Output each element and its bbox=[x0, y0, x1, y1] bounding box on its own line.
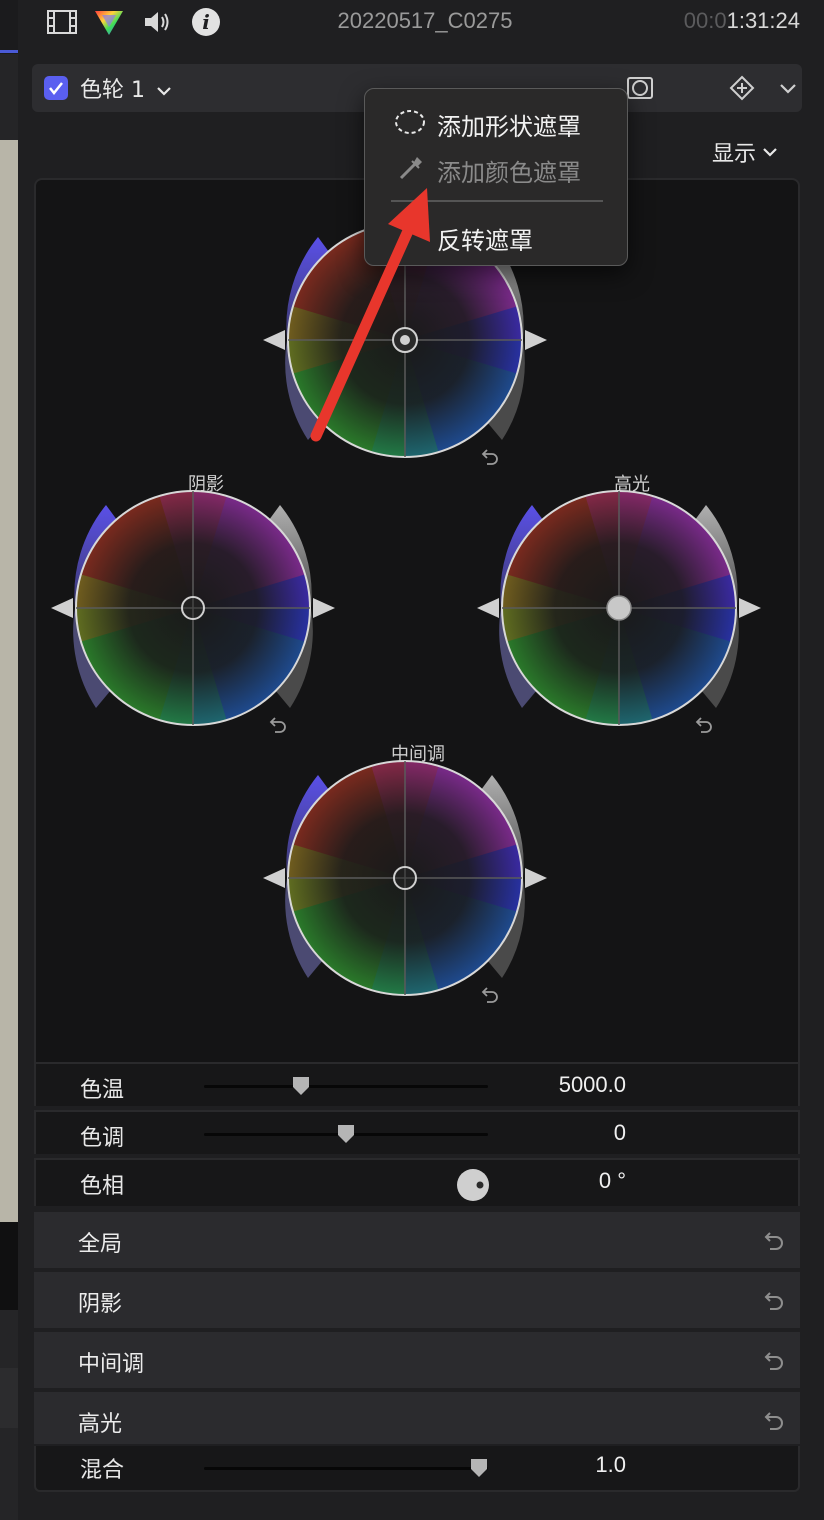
color-wheel-graphic bbox=[477, 490, 761, 733]
color-puck bbox=[181, 596, 205, 620]
color-wheel-graphic bbox=[51, 490, 335, 733]
color-inspector-icon[interactable] bbox=[92, 8, 126, 36]
left-strip-dark bbox=[0, 1222, 18, 1310]
left-strip bbox=[0, 0, 18, 1520]
audio-icon[interactable] bbox=[142, 8, 174, 36]
wheel-shading bbox=[481, 449, 498, 465]
reset-icon bbox=[269, 717, 286, 733]
hue-dial[interactable] bbox=[456, 1168, 490, 1202]
chevron-down-icon bbox=[763, 148, 777, 157]
inspector-toolbar: i 20220517_C0275 00:01:31:24 bbox=[20, 0, 824, 50]
brightness-arrow bbox=[525, 868, 547, 888]
blend-slider-track[interactable] bbox=[204, 1467, 488, 1470]
param-label: 色温 bbox=[80, 1078, 125, 1103]
saturation-arrow bbox=[263, 868, 285, 888]
effect-options-button[interactable] bbox=[776, 76, 800, 100]
timecode-leading: 00:0 bbox=[683, 8, 727, 33]
section-row-shadows[interactable]: 阴影 bbox=[34, 1272, 800, 1330]
info-icon[interactable]: i bbox=[190, 8, 222, 36]
show-menu-button[interactable]: 显示 bbox=[712, 136, 778, 168]
saturation-arrow bbox=[263, 330, 285, 350]
wheel-shadows[interactable] bbox=[48, 490, 338, 750]
wheel-highlights[interactable] bbox=[474, 490, 764, 750]
left-strip-highlight bbox=[0, 50, 18, 53]
reset-icon[interactable] bbox=[762, 1408, 786, 1432]
wheel-midtones[interactable] bbox=[260, 760, 550, 1020]
menu-item-add-shape-mask[interactable]: 添加形状遮罩 bbox=[365, 101, 629, 141]
saturation-arrow bbox=[477, 598, 499, 618]
wheel-shading bbox=[269, 717, 286, 733]
section-label: 全局 bbox=[78, 1232, 123, 1257]
temperature-slider-thumb[interactable] bbox=[292, 1076, 310, 1096]
reset-icon bbox=[481, 449, 498, 465]
checkmark-icon bbox=[49, 82, 63, 96]
timecode: 00:01:31:24 bbox=[684, 8, 800, 34]
blend-value[interactable]: 1.0 bbox=[486, 1452, 626, 1478]
mask-icon bbox=[627, 77, 653, 99]
param-row-tint: 色调 0 bbox=[34, 1110, 800, 1154]
timecode-value: 1:31:24 bbox=[726, 8, 800, 33]
color-puck bbox=[393, 866, 417, 890]
brightness-arrow bbox=[525, 330, 547, 350]
left-strip-top bbox=[0, 0, 18, 54]
shape-mask-icon bbox=[395, 110, 425, 134]
effect-name-label: 色轮 1 bbox=[80, 78, 145, 103]
menu-item-label: 添加颜色遮罩 bbox=[437, 159, 581, 187]
left-strip-panel bbox=[0, 1368, 18, 1428]
color-wheel-graphic bbox=[263, 760, 547, 1003]
temperature-slider-track[interactable] bbox=[204, 1085, 488, 1088]
menu-item-invert-mask[interactable]: 反转遮罩 bbox=[365, 215, 629, 255]
tint-slider-thumb[interactable] bbox=[337, 1124, 355, 1144]
param-label: 混合 bbox=[80, 1458, 125, 1483]
reset-icon bbox=[695, 717, 712, 733]
mask-context-menu: 添加形状遮罩 添加颜色遮罩 反转遮罩 bbox=[364, 88, 628, 266]
param-label: 色调 bbox=[80, 1126, 125, 1151]
section-row-midtones[interactable]: 中间调 bbox=[34, 1332, 800, 1390]
section-label: 中间调 bbox=[78, 1352, 145, 1377]
section-row-highlights[interactable]: 高光 bbox=[34, 1392, 800, 1446]
keyframe-button[interactable] bbox=[728, 74, 756, 102]
menu-item-add-color-mask: 添加颜色遮罩 bbox=[365, 147, 629, 187]
viewer-edge bbox=[0, 140, 18, 1222]
color-puck bbox=[606, 595, 632, 621]
chevron-down-icon bbox=[157, 87, 171, 96]
brightness-arrow bbox=[739, 598, 761, 618]
saturation-arrow bbox=[51, 598, 73, 618]
color-puck-center bbox=[400, 335, 410, 345]
param-row-temperature: 色温 5000.0 bbox=[34, 1062, 800, 1106]
menu-separator bbox=[391, 200, 603, 202]
reset-icon[interactable] bbox=[762, 1228, 786, 1252]
section-label: 阴影 bbox=[78, 1292, 123, 1317]
mask-menu-button[interactable] bbox=[626, 74, 654, 102]
menu-item-label: 反转遮罩 bbox=[437, 227, 533, 255]
param-row-blend: 混合 1.0 bbox=[34, 1446, 800, 1492]
param-label: 色相 bbox=[80, 1174, 125, 1199]
effect-name-dropdown[interactable]: 色轮 1 bbox=[80, 72, 172, 104]
hue-value[interactable]: 0 ° bbox=[486, 1168, 626, 1194]
brightness-arrow bbox=[313, 598, 335, 618]
wheel-shading bbox=[481, 987, 498, 1003]
param-row-hue: 色相 0 ° bbox=[34, 1158, 800, 1206]
section-row-global[interactable]: 全局 bbox=[34, 1212, 800, 1270]
chevron-down-icon bbox=[780, 84, 796, 94]
film-icon[interactable] bbox=[46, 8, 78, 36]
color-wheels-panel: 阴影 高光 中间调 bbox=[34, 178, 800, 1062]
svg-text:i: i bbox=[202, 10, 210, 34]
tint-value[interactable]: 0 bbox=[486, 1120, 626, 1146]
temperature-value[interactable]: 5000.0 bbox=[486, 1072, 626, 1098]
reset-icon[interactable] bbox=[762, 1288, 786, 1312]
eyedropper-icon bbox=[399, 157, 422, 180]
keyframe-diamond-icon bbox=[729, 75, 755, 101]
reset-icon bbox=[481, 987, 498, 1003]
menu-item-label: 添加形状遮罩 bbox=[437, 113, 581, 141]
reset-icon[interactable] bbox=[762, 1348, 786, 1372]
show-menu-label: 显示 bbox=[712, 142, 757, 167]
effect-enable-checkbox[interactable] bbox=[44, 76, 68, 100]
wheel-shading bbox=[695, 717, 712, 733]
section-label: 高光 bbox=[78, 1412, 123, 1437]
clip-name: 20220517_C0275 bbox=[337, 8, 513, 33]
